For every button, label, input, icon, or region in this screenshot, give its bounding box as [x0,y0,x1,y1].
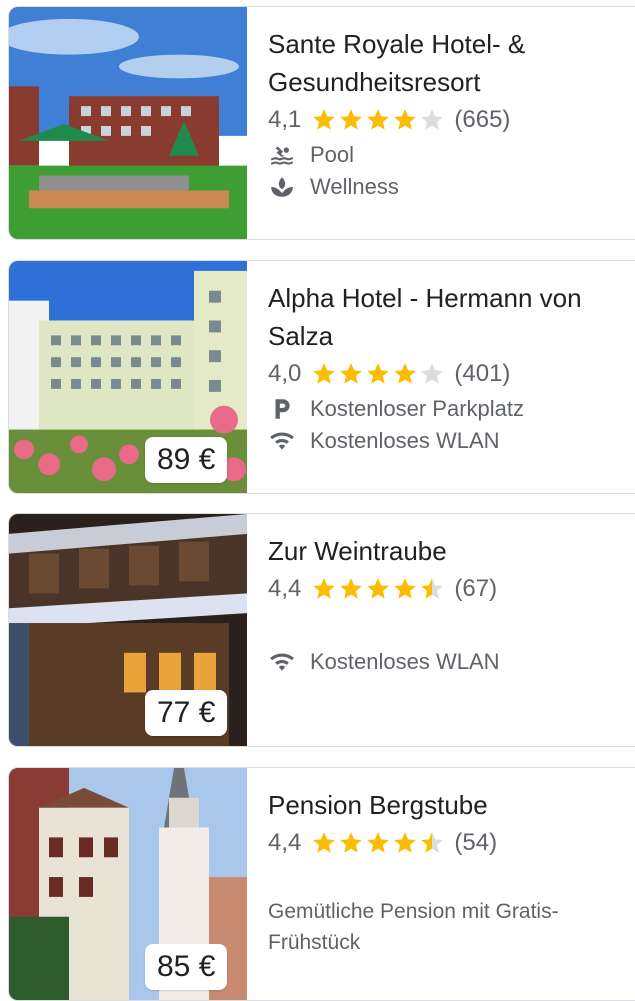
hotel-name[interactable]: Alpha Hotel - Hermann von Salza [268,279,635,355]
hotel-card[interactable]: Sante Royale Hotel- & Gesundheitsresort … [8,6,635,240]
star-icon [340,363,363,384]
amenity-pool: Pool [268,139,635,171]
amenity-label: Wellness [310,174,399,199]
review-count: (401) [454,360,511,387]
star-icon [367,578,390,599]
rating-row: 4,0 (401) [268,355,635,393]
hotel-list: Sante Royale Hotel- & Gesundheitsresort … [0,0,635,1001]
star-icon [367,363,390,384]
star-rating [311,107,446,133]
star-icon [421,363,444,384]
star-icon [394,109,417,130]
hotel-name[interactable]: Zur Weintraube [268,532,635,570]
rating-value: 4,1 [268,106,302,133]
rating-row: 4,4 (54) [268,824,635,862]
wellness-icon [268,173,296,201]
rating-row: 4,1 (665) [268,101,635,139]
review-count: (54) [454,829,498,856]
star-icon [394,832,417,853]
amenity-label: Kostenloses WLAN [310,428,500,453]
star-icon [313,832,336,853]
star-icon [394,363,417,384]
hotel-card[interactable]: 89 € Alpha Hotel - Hermann von Salza 4,0… [8,260,635,494]
star-icon [394,578,417,599]
parking-icon [268,395,296,423]
star-icon [367,832,390,853]
pool-icon [268,141,296,169]
rating-value: 4,0 [268,360,302,387]
star-icon [421,109,444,130]
amenity-wifi: Kostenloses WLAN [268,646,635,678]
star-icon [367,109,390,130]
price-badge: 89 € [145,437,228,483]
hotel-description: Gemütliche Pension mit Gratis-Frühstück [268,900,559,954]
star-rating [311,830,446,856]
review-count: (67) [454,575,498,602]
hotel-photo[interactable]: 85 € [9,768,247,1000]
star-rating [311,576,446,602]
hotel-photo[interactable] [9,7,247,239]
star-icon [313,109,336,130]
hotel-photo[interactable]: 89 € [9,261,247,493]
star-icon [340,578,363,599]
hotel-name[interactable]: Pension Bergstube [268,786,635,824]
star-icon [340,109,363,130]
hotel-card[interactable]: 77 € Zur Weintraube 4,4 (67) Kostenloses… [8,513,635,747]
star-icon [313,578,336,599]
star-icon [421,578,444,599]
price-badge: 85 € [145,944,228,990]
amenity-label: Kostenloser Parkplatz [310,396,524,421]
wifi-icon [268,648,296,676]
review-count: (665) [454,106,511,133]
hotel-photo[interactable]: 77 € [9,514,247,746]
wifi-icon [268,427,296,455]
star-icon [313,363,336,384]
star-icon [421,832,444,853]
amenity-parking: Kostenloser Parkplatz [268,393,635,425]
amenity-label: Kostenloses WLAN [310,649,500,674]
rating-value: 4,4 [268,575,302,602]
rating-row: 4,4 (67) [268,570,635,608]
hotel-name[interactable]: Sante Royale Hotel- & Gesundheitsresort [268,25,635,101]
star-icon [340,832,363,853]
hotel-card[interactable]: 85 € Pension Bergstube 4,4 (54) Gemütlic… [8,767,635,1001]
star-rating [311,361,446,387]
price-badge: 77 € [145,690,228,736]
amenity-wifi: Kostenloses WLAN [268,425,635,457]
rating-value: 4,4 [268,829,302,856]
amenity-label: Pool [310,142,355,167]
amenity-wellness: Wellness [268,171,635,203]
